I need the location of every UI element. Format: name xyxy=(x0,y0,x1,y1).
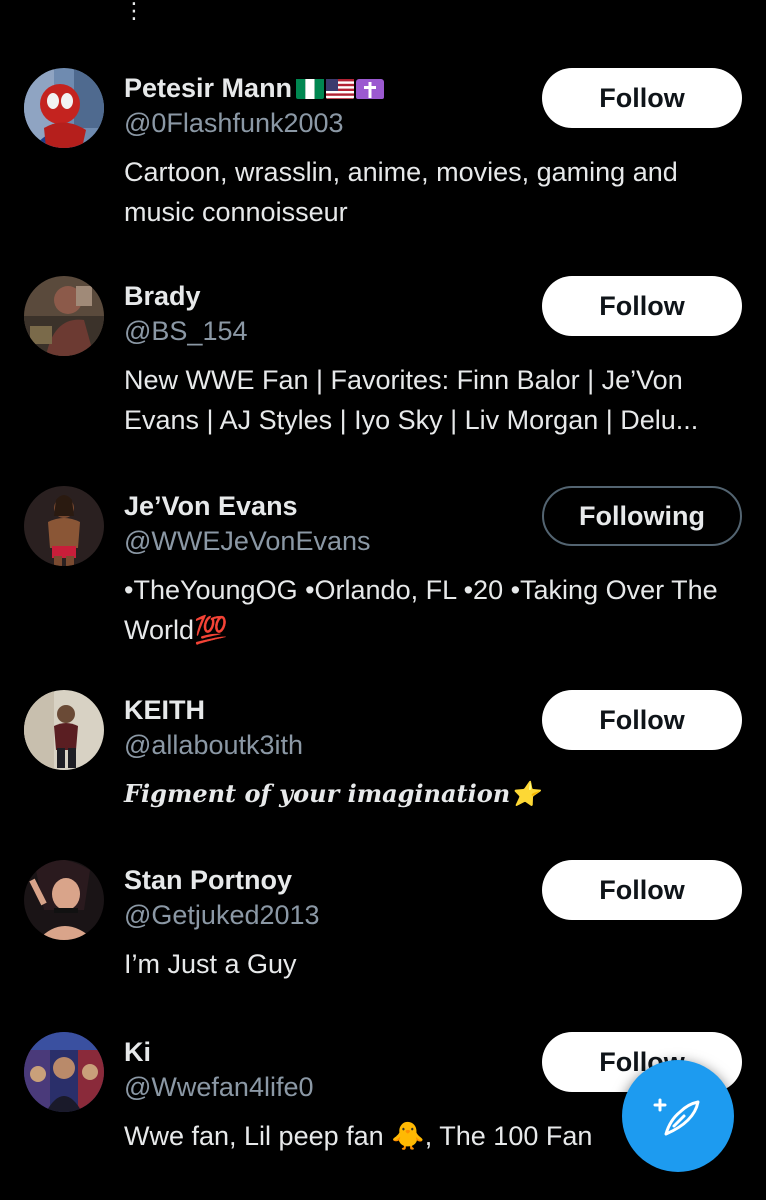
display-name-line: KEITH xyxy=(124,690,205,730)
user-handle: @0Flashfunk2003 xyxy=(124,108,344,138)
user-handle: @WWEJeVonEvans xyxy=(124,526,371,556)
user-bio: Figment of your imagination⭐ xyxy=(124,779,541,808)
display-name: Ki xyxy=(124,1036,151,1067)
display-name: Brady xyxy=(124,280,201,311)
usa-flag-icon xyxy=(326,77,355,99)
user-handle: @BS_154 xyxy=(124,316,248,346)
avatar[interactable] xyxy=(24,690,104,770)
display-name: KEITH xyxy=(124,694,205,725)
avatar[interactable] xyxy=(24,68,104,148)
display-name-line: Je’Von Evans xyxy=(124,486,298,526)
display-name: Petesir Mann xyxy=(124,72,293,103)
user-handle: @Wwefan4life0 xyxy=(124,1072,314,1102)
user-bio: •TheYoungOG •Orlando, FL •20 •Taking Ove… xyxy=(124,575,718,645)
spiderman-avatar-image xyxy=(24,68,104,148)
avatar[interactable] xyxy=(24,1032,104,1112)
follow-button[interactable]: Follow xyxy=(542,690,742,750)
display-name-line: Petesir Mann xyxy=(124,68,385,108)
display-name-line: Stan Portnoy xyxy=(124,860,292,900)
follow-button[interactable]: Follow xyxy=(542,276,742,336)
user-bio: Cartoon, wrasslin, anime, movies, gaming… xyxy=(124,157,678,227)
stan-portnoy-avatar-image xyxy=(24,860,104,940)
compose-post-icon xyxy=(653,1098,700,1136)
user-bio: New WWE Fan | Favorites: Finn Balor | Je… xyxy=(124,365,699,435)
avatar[interactable] xyxy=(24,276,104,356)
display-name-line: Ki xyxy=(124,1032,151,1072)
user-handle: @allaboutk3ith xyxy=(124,730,304,760)
follow-button[interactable]: Follow xyxy=(542,860,742,920)
display-name: Stan Portnoy xyxy=(124,864,293,895)
jevon-evans-avatar-image xyxy=(24,486,104,566)
display-name-line: Brady xyxy=(124,276,201,316)
display-name: Je’Von Evans xyxy=(124,490,298,521)
user-handle: @Getjuked2013 xyxy=(124,900,320,930)
compose-post-button[interactable] xyxy=(622,1060,734,1172)
brady-avatar-image xyxy=(24,276,104,356)
avatar[interactable] xyxy=(24,486,104,566)
keith-avatar-image xyxy=(24,690,104,770)
nigeria-flag-icon xyxy=(296,77,325,99)
more-indicator: ⋮ xyxy=(123,0,146,23)
latin-cross-icon xyxy=(356,77,385,99)
following-button[interactable]: Following xyxy=(542,486,742,546)
avatar[interactable] xyxy=(24,860,104,940)
ki-avatar-image xyxy=(24,1032,104,1112)
follow-button[interactable]: Follow xyxy=(542,68,742,128)
user-bio: I’m Just a Guy xyxy=(124,949,297,979)
